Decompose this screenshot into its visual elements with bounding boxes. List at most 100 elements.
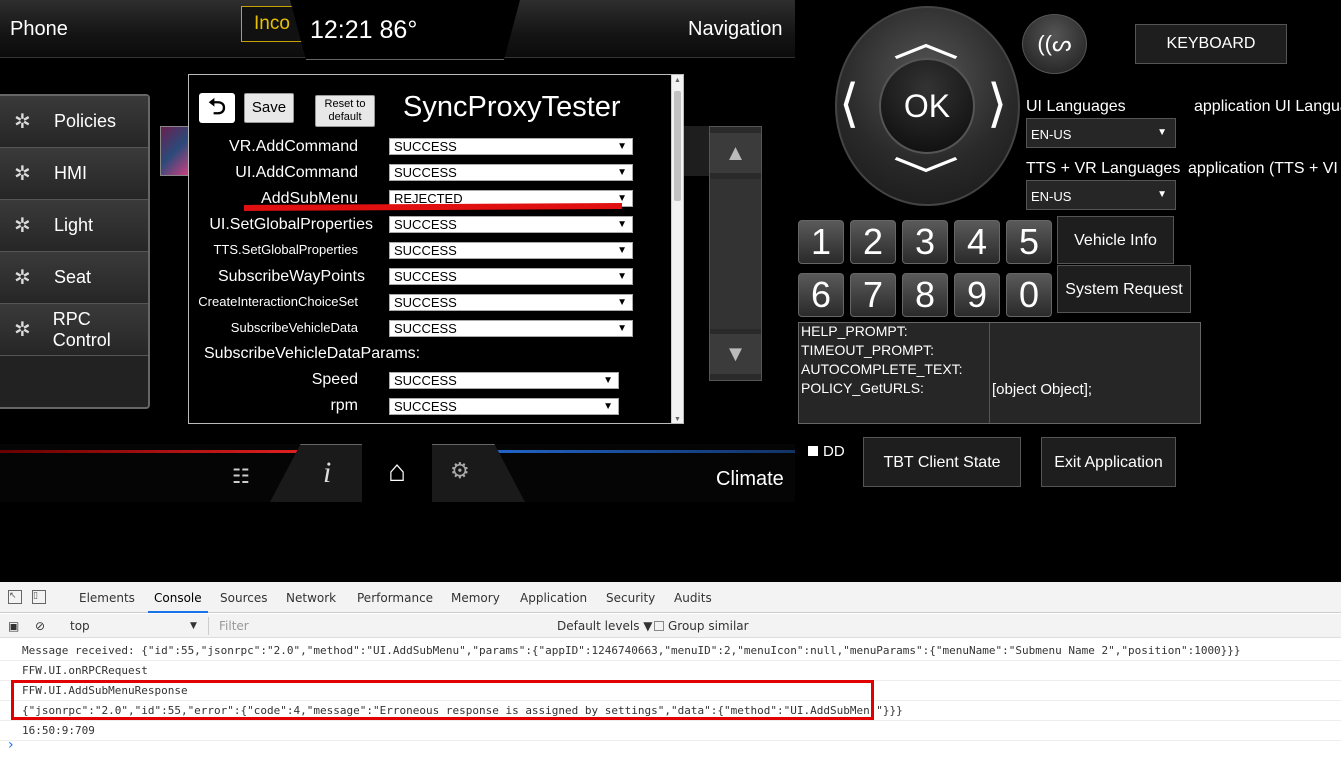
list-scroller: ▲ ▼ bbox=[709, 126, 762, 381]
console-message: FFW.UI.onRPCRequest bbox=[0, 661, 1341, 681]
navigation-tab[interactable]: Navigation bbox=[688, 18, 783, 41]
ui-language-select[interactable]: EN-US ▼ bbox=[1026, 118, 1176, 148]
home-button[interactable]: ⌂ bbox=[362, 444, 432, 502]
tab-performance[interactable]: Performance bbox=[357, 591, 433, 605]
timeout-prompt-label: TIMEOUT_PROMPT: bbox=[801, 342, 935, 358]
scroll-down-arrow-icon[interactable]: ▼ bbox=[674, 416, 681, 423]
tab-audits[interactable]: Audits bbox=[674, 591, 712, 605]
default-levels-select[interactable]: Default levels ▼ bbox=[557, 619, 653, 633]
context-select[interactable]: top bbox=[70, 619, 90, 633]
scroll-up-button[interactable]: ▲ bbox=[710, 133, 761, 173]
system-request-button[interactable]: System Request bbox=[1057, 265, 1191, 313]
devtools-tab-bar: ↖ ▯ Elements Console Sources Network Per… bbox=[0, 582, 1341, 613]
rpc-result-select[interactable]: SUCCESS ▼ bbox=[389, 242, 633, 259]
tab-security[interactable]: Security bbox=[606, 591, 655, 605]
tab-network[interactable]: Network bbox=[286, 591, 336, 605]
dropdown-arrow-icon: ▼ bbox=[617, 219, 627, 230]
checkbox-icon[interactable] bbox=[654, 621, 664, 631]
device-toolbar-icon[interactable]: ▯ bbox=[32, 590, 46, 604]
reset-to-default-button[interactable]: Reset to default bbox=[315, 95, 375, 127]
tab-memory[interactable]: Memory bbox=[451, 591, 500, 605]
voice-command-button[interactable]: ((ᔕ bbox=[1022, 14, 1087, 74]
group-similar-checkbox[interactable]: Group similar bbox=[650, 619, 749, 633]
ok-button[interactable]: OK bbox=[879, 58, 975, 154]
tab-elements[interactable]: Elements bbox=[79, 591, 135, 605]
list-icon[interactable]: ☷ bbox=[232, 464, 250, 489]
settings-gears-icon[interactable]: ⚙ bbox=[450, 458, 470, 484]
select-value: SUCCESS bbox=[394, 373, 457, 388]
number-button-7[interactable]: 7 bbox=[850, 273, 896, 317]
sidebar-toggle-icon[interactable]: ▣ bbox=[8, 619, 19, 633]
tbt-client-state-button[interactable]: TBT Client State bbox=[863, 437, 1021, 487]
dropdown-arrow-icon: ▼ bbox=[603, 401, 613, 412]
tab-console[interactable]: Console bbox=[148, 591, 208, 613]
number-button-2[interactable]: 2 bbox=[850, 220, 896, 264]
back-button[interactable]: ⮌ bbox=[199, 93, 235, 123]
sidebar-item-label: HMI bbox=[54, 163, 87, 183]
select-value: SUCCESS bbox=[394, 321, 457, 336]
number-button-5[interactable]: 5 bbox=[1006, 220, 1052, 264]
number-button-9[interactable]: 9 bbox=[954, 273, 1000, 317]
number-button-1[interactable]: 1 bbox=[798, 220, 844, 264]
save-button[interactable]: Save bbox=[244, 93, 294, 123]
dpad-right-icon[interactable]: ⟩ bbox=[987, 74, 1007, 134]
number-button-4[interactable]: 4 bbox=[954, 220, 1000, 264]
console-prompt-icon[interactable]: › bbox=[8, 737, 14, 753]
number-button-3[interactable]: 3 bbox=[902, 220, 948, 264]
dialog-scrollbar[interactable]: ▲ ▼ bbox=[671, 75, 683, 423]
scroll-track[interactable] bbox=[710, 179, 761, 329]
sidebar-item-rpc-control[interactable]: ✲ RPC Control bbox=[0, 304, 148, 356]
select-value: SUCCESS bbox=[394, 399, 457, 414]
autocomplete-text-label: AUTOCOMPLETE_TEXT: bbox=[801, 361, 963, 377]
prompts-divider bbox=[989, 323, 990, 423]
vehicle-info-button[interactable]: Vehicle Info bbox=[1057, 216, 1174, 264]
exit-application-button[interactable]: Exit Application bbox=[1041, 437, 1176, 487]
info-icon[interactable]: i bbox=[323, 456, 331, 490]
dpad-left-icon[interactable]: ⟨ bbox=[839, 74, 859, 134]
sidebar-item-light[interactable]: ✲ Light bbox=[0, 200, 148, 252]
rpc-result-select[interactable]: SUCCESS ▼ bbox=[389, 320, 633, 337]
home-icon: ⌂ bbox=[387, 455, 407, 488]
console-message: 16:50:9:709 bbox=[0, 721, 1341, 741]
param-result-select[interactable]: SUCCESS ▼ bbox=[389, 398, 619, 415]
clear-console-icon[interactable]: ⊘ bbox=[35, 619, 45, 633]
tts-vr-language-select[interactable]: EN-US ▼ bbox=[1026, 180, 1176, 210]
climate-tab[interactable]: Climate bbox=[716, 468, 784, 491]
bottom-bar: ☷ i ⌂ ⚙ Climate bbox=[0, 444, 795, 502]
sidebar-item-hmi[interactable]: ✲ HMI bbox=[0, 148, 148, 200]
keyboard-button[interactable]: KEYBOARD bbox=[1135, 24, 1287, 64]
scroll-up-arrow-icon[interactable]: ▲ bbox=[674, 77, 681, 84]
phone-tab[interactable]: Phone bbox=[10, 18, 68, 41]
help-prompt-label: HELP_PROMPT: bbox=[801, 323, 908, 339]
sidebar-item-policies[interactable]: ✲ Policies bbox=[0, 96, 148, 148]
app-thumbnail[interactable] bbox=[160, 126, 190, 176]
tts-vr-languages-label: TTS + VR Languages bbox=[1026, 160, 1181, 177]
rpc-result-select[interactable]: SUCCESS ▼ bbox=[389, 164, 633, 181]
sync-proxy-tester-dialog: ⮌ Save Reset to default SyncProxyTester … bbox=[188, 74, 684, 424]
scroll-down-button[interactable]: ▼ bbox=[710, 334, 761, 374]
filter-input[interactable]: Filter bbox=[208, 617, 548, 635]
rpc-result-select[interactable]: SUCCESS ▼ bbox=[389, 294, 633, 311]
number-button-0[interactable]: 0 bbox=[1006, 273, 1052, 317]
rpc-result-select[interactable]: SUCCESS ▼ bbox=[389, 268, 633, 285]
select-value: SUCCESS bbox=[394, 295, 457, 310]
param-result-select[interactable]: SUCCESS ▼ bbox=[389, 372, 619, 389]
inspect-element-icon[interactable]: ↖ bbox=[8, 590, 22, 604]
dropdown-arrow-icon: ▼ bbox=[1157, 189, 1167, 200]
dropdown-arrow-icon: ▼ bbox=[617, 323, 627, 334]
tab-application[interactable]: Application bbox=[520, 591, 587, 605]
red-underline-annotation bbox=[243, 203, 623, 211]
number-button-6[interactable]: 6 bbox=[798, 273, 844, 317]
param-label-speed: Speed bbox=[311, 371, 358, 388]
application-ui-language-label: application UI Langua bbox=[1194, 98, 1341, 115]
rpc-result-select[interactable]: SUCCESS ▼ bbox=[389, 216, 633, 233]
number-button-8[interactable]: 8 bbox=[902, 273, 948, 317]
sidebar-item-seat[interactable]: ✲ Seat bbox=[0, 252, 148, 304]
scrollbar-thumb[interactable] bbox=[674, 91, 681, 201]
context-dropdown-icon[interactable]: ▼ bbox=[190, 621, 197, 631]
tab-sources[interactable]: Sources bbox=[220, 591, 267, 605]
rpc-result-select[interactable]: SUCCESS ▼ bbox=[389, 138, 633, 155]
sidebar-item-label: RPC Control bbox=[52, 308, 111, 350]
checkbox-icon[interactable] bbox=[808, 446, 818, 456]
dd-checkbox[interactable]: DD bbox=[808, 443, 845, 460]
